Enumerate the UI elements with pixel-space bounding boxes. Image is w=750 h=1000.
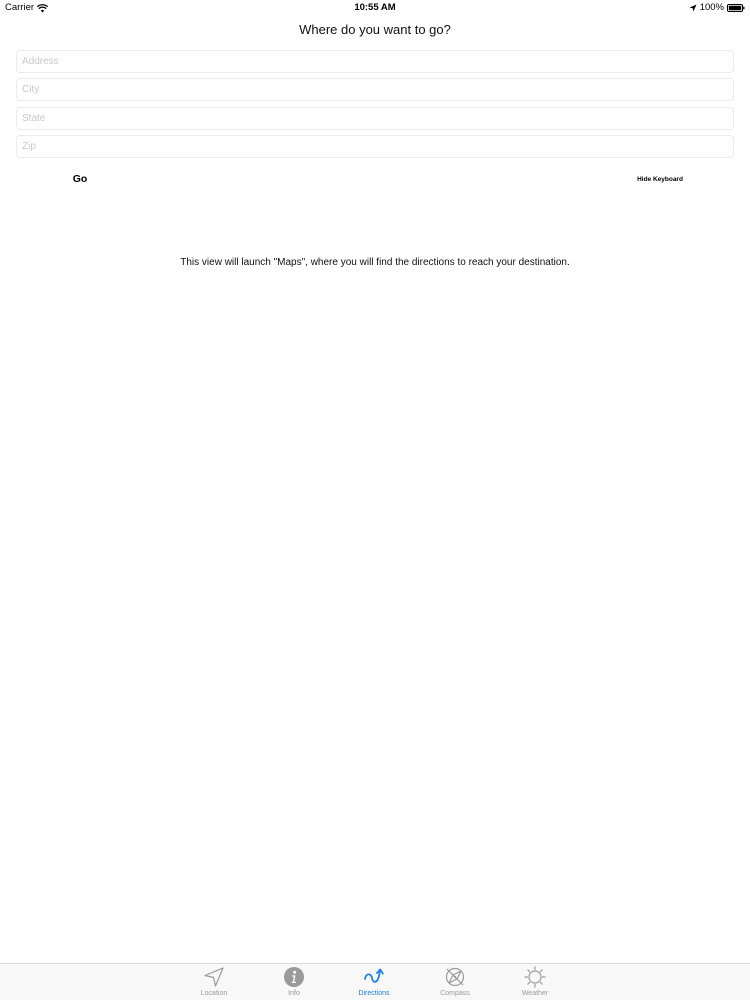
zip-field[interactable] xyxy=(16,135,734,158)
tab-weather-label: Weather xyxy=(521,990,549,997)
tab-bar: Location Info Directions Compass Weather xyxy=(0,963,750,1000)
battery-percent: 100% xyxy=(699,2,724,13)
state-field[interactable] xyxy=(16,107,734,130)
status-time: 10:55 AM xyxy=(354,2,396,13)
location-arrow-icon xyxy=(689,4,697,12)
sun-icon xyxy=(524,966,546,988)
go-button[interactable]: Go xyxy=(62,170,98,188)
status-right: 100% xyxy=(689,0,745,16)
app-screen: Carrier 10:55 AM 100% Where do you want … xyxy=(0,0,750,1000)
tab-compass[interactable]: Compass xyxy=(425,964,485,1000)
status-bar: Carrier 10:55 AM 100% xyxy=(0,0,750,16)
tab-location-label: Location xyxy=(200,990,228,997)
location-arrow-icon xyxy=(203,966,225,988)
info-text: This view will launch "Maps", where you … xyxy=(180,257,570,268)
tab-location[interactable]: Location xyxy=(184,964,244,1000)
info-icon xyxy=(283,966,305,988)
directions-icon xyxy=(363,966,385,988)
address-field[interactable] xyxy=(16,50,734,73)
hide-keyboard-button[interactable]: Hide Keyboard xyxy=(622,171,698,187)
tab-info-label: Info xyxy=(288,990,300,997)
compass-icon xyxy=(444,966,466,988)
tab-directions-label: Directions xyxy=(358,990,390,997)
tab-directions[interactable]: Directions xyxy=(344,964,404,1000)
battery-icon xyxy=(727,4,745,12)
tab-compass-label: Compass xyxy=(440,990,470,997)
tab-weather[interactable]: Weather xyxy=(505,964,565,1000)
page-title: Where do you want to go? xyxy=(299,22,451,37)
tab-info[interactable]: Info xyxy=(264,964,324,1000)
city-field[interactable] xyxy=(16,78,734,101)
